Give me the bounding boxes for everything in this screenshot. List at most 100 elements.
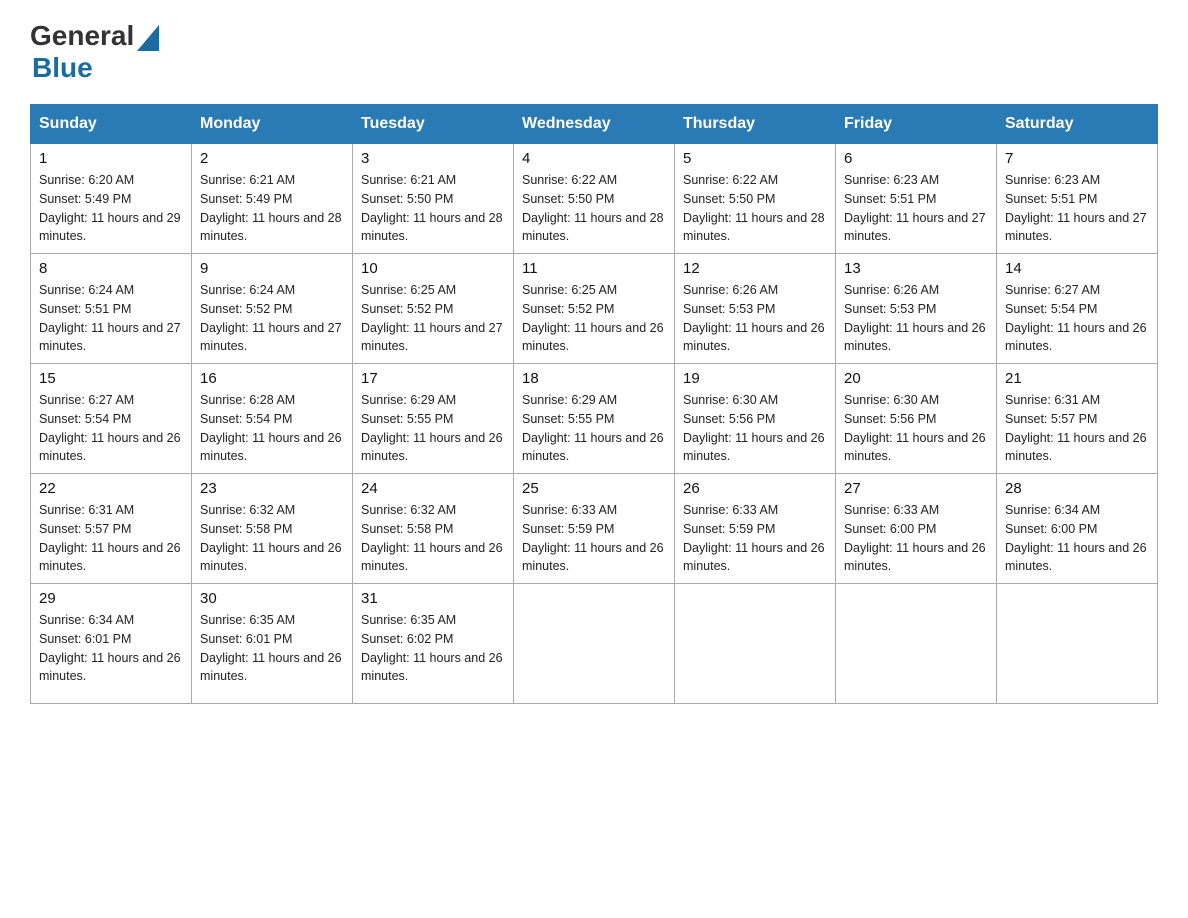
calendar-cell: 6 Sunrise: 6:23 AMSunset: 5:51 PMDaylight… — [836, 144, 997, 254]
calendar-cell: 13 Sunrise: 6:26 AMSunset: 5:53 PMDayligh… — [836, 254, 997, 364]
calendar-cell: 12 Sunrise: 6:26 AMSunset: 5:53 PMDayligh… — [675, 254, 836, 364]
day-info: Sunrise: 6:20 AMSunset: 5:49 PMDaylight:… — [39, 171, 183, 246]
day-info: Sunrise: 6:26 AMSunset: 5:53 PMDaylight:… — [683, 281, 827, 356]
calendar-cell: 17 Sunrise: 6:29 AMSunset: 5:55 PMDayligh… — [353, 364, 514, 474]
day-info: Sunrise: 6:24 AMSunset: 5:51 PMDaylight:… — [39, 281, 183, 356]
day-number: 17 — [361, 370, 505, 387]
logo: General Blue — [30, 20, 159, 84]
day-number: 28 — [1005, 480, 1149, 497]
day-info: Sunrise: 6:27 AMSunset: 5:54 PMDaylight:… — [39, 391, 183, 466]
day-info: Sunrise: 6:32 AMSunset: 5:58 PMDaylight:… — [361, 501, 505, 576]
logo-triangle-icon — [137, 25, 159, 51]
day-info: Sunrise: 6:34 AMSunset: 6:01 PMDaylight:… — [39, 611, 183, 686]
day-number: 15 — [39, 370, 183, 387]
day-number: 26 — [683, 480, 827, 497]
calendar-cell: 24 Sunrise: 6:32 AMSunset: 5:58 PMDayligh… — [353, 474, 514, 584]
calendar-cell: 10 Sunrise: 6:25 AMSunset: 5:52 PMDayligh… — [353, 254, 514, 364]
calendar-table: SundayMondayTuesdayWednesdayThursdayFrid… — [30, 104, 1158, 704]
day-number: 5 — [683, 150, 827, 167]
calendar-cell: 23 Sunrise: 6:32 AMSunset: 5:58 PMDayligh… — [192, 474, 353, 584]
day-info: Sunrise: 6:29 AMSunset: 5:55 PMDaylight:… — [361, 391, 505, 466]
calendar-cell: 15 Sunrise: 6:27 AMSunset: 5:54 PMDayligh… — [31, 364, 192, 474]
calendar-cell: 1Sunrise: 6:20 AMSunset: 5:49 PMDaylight… — [31, 144, 192, 254]
logo-general-text: General — [30, 20, 134, 52]
day-info: Sunrise: 6:32 AMSunset: 5:58 PMDaylight:… — [200, 501, 344, 576]
calendar-cell: 2Sunrise: 6:21 AMSunset: 5:49 PMDaylight… — [192, 144, 353, 254]
day-info: Sunrise: 6:34 AMSunset: 6:00 PMDaylight:… — [1005, 501, 1149, 576]
weekday-header-saturday: Saturday — [997, 105, 1158, 144]
calendar-cell: 11 Sunrise: 6:25 AMSunset: 5:52 PMDayligh… — [514, 254, 675, 364]
day-number: 7 — [1005, 150, 1149, 167]
day-number: 4 — [522, 150, 666, 167]
day-number: 3 — [361, 150, 505, 167]
day-number: 20 — [844, 370, 988, 387]
day-number: 11 — [522, 260, 666, 277]
day-number: 12 — [683, 260, 827, 277]
day-info: Sunrise: 6:22 AMSunset: 5:50 PMDaylight:… — [683, 171, 827, 246]
day-number: 22 — [39, 480, 183, 497]
day-info: Sunrise: 6:22 AMSunset: 5:50 PMDaylight:… — [522, 171, 666, 246]
calendar-cell: 18 Sunrise: 6:29 AMSunset: 5:55 PMDayligh… — [514, 364, 675, 474]
week-row-1: 1Sunrise: 6:20 AMSunset: 5:49 PMDaylight… — [31, 144, 1158, 254]
day-number: 31 — [361, 590, 505, 607]
day-number: 27 — [844, 480, 988, 497]
day-number: 13 — [844, 260, 988, 277]
day-number: 10 — [361, 260, 505, 277]
calendar-cell — [997, 584, 1158, 704]
weekday-header-wednesday: Wednesday — [514, 105, 675, 144]
calendar-cell: 25 Sunrise: 6:33 AMSunset: 5:59 PMDayligh… — [514, 474, 675, 584]
day-info: Sunrise: 6:25 AMSunset: 5:52 PMDaylight:… — [361, 281, 505, 356]
week-row-2: 8 Sunrise: 6:24 AMSunset: 5:51 PMDaylight… — [31, 254, 1158, 364]
calendar-cell: 9 Sunrise: 6:24 AMSunset: 5:52 PMDaylight… — [192, 254, 353, 364]
calendar-cell: 28 Sunrise: 6:34 AMSunset: 6:00 PMDayligh… — [997, 474, 1158, 584]
day-info: Sunrise: 6:29 AMSunset: 5:55 PMDaylight:… — [522, 391, 666, 466]
calendar-cell: 20Sunrise: 6:30 AMSunset: 5:56 PMDayligh… — [836, 364, 997, 474]
day-number: 21 — [1005, 370, 1149, 387]
day-info: Sunrise: 6:26 AMSunset: 5:53 PMDaylight:… — [844, 281, 988, 356]
day-info: Sunrise: 6:23 AMSunset: 5:51 PMDaylight:… — [844, 171, 988, 246]
day-number: 6 — [844, 150, 988, 167]
day-info: Sunrise: 6:31 AMSunset: 5:57 PMDaylight:… — [1005, 391, 1149, 466]
calendar-cell: 14 Sunrise: 6:27 AMSunset: 5:54 PMDayligh… — [997, 254, 1158, 364]
day-info: Sunrise: 6:21 AMSunset: 5:50 PMDaylight:… — [361, 171, 505, 246]
day-number: 9 — [200, 260, 344, 277]
day-number: 23 — [200, 480, 344, 497]
weekday-header-monday: Monday — [192, 105, 353, 144]
day-info: Sunrise: 6:33 AMSunset: 6:00 PMDaylight:… — [844, 501, 988, 576]
day-number: 18 — [522, 370, 666, 387]
week-row-4: 22 Sunrise: 6:31 AMSunset: 5:57 PMDayligh… — [31, 474, 1158, 584]
day-info: Sunrise: 6:35 AMSunset: 6:02 PMDaylight:… — [361, 611, 505, 686]
day-info: Sunrise: 6:33 AMSunset: 5:59 PMDaylight:… — [522, 501, 666, 576]
day-info: Sunrise: 6:23 AMSunset: 5:51 PMDaylight:… — [1005, 171, 1149, 246]
calendar-cell: 27 Sunrise: 6:33 AMSunset: 6:00 PMDayligh… — [836, 474, 997, 584]
day-info: Sunrise: 6:31 AMSunset: 5:57 PMDaylight:… — [39, 501, 183, 576]
calendar-cell — [514, 584, 675, 704]
day-info: Sunrise: 6:21 AMSunset: 5:49 PMDaylight:… — [200, 171, 344, 246]
week-row-5: 29 Sunrise: 6:34 AMSunset: 6:01 PMDayligh… — [31, 584, 1158, 704]
weekday-header-friday: Friday — [836, 105, 997, 144]
calendar-cell: 30 Sunrise: 6:35 AMSunset: 6:01 PMDayligh… — [192, 584, 353, 704]
week-row-3: 15 Sunrise: 6:27 AMSunset: 5:54 PMDayligh… — [31, 364, 1158, 474]
day-number: 29 — [39, 590, 183, 607]
day-info: Sunrise: 6:30 AMSunset: 5:56 PMDaylight:… — [683, 391, 827, 466]
day-number: 16 — [200, 370, 344, 387]
day-info: Sunrise: 6:35 AMSunset: 6:01 PMDaylight:… — [200, 611, 344, 686]
calendar-cell: 22 Sunrise: 6:31 AMSunset: 5:57 PMDayligh… — [31, 474, 192, 584]
day-info: Sunrise: 6:27 AMSunset: 5:54 PMDaylight:… — [1005, 281, 1149, 356]
day-info: Sunrise: 6:25 AMSunset: 5:52 PMDaylight:… — [522, 281, 666, 356]
day-number: 25 — [522, 480, 666, 497]
day-number: 30 — [200, 590, 344, 607]
day-number: 24 — [361, 480, 505, 497]
day-info: Sunrise: 6:24 AMSunset: 5:52 PMDaylight:… — [200, 281, 344, 356]
calendar-cell: 3 Sunrise: 6:21 AMSunset: 5:50 PMDaylight… — [353, 144, 514, 254]
weekday-header-thursday: Thursday — [675, 105, 836, 144]
calendar-cell: 4 Sunrise: 6:22 AMSunset: 5:50 PMDaylight… — [514, 144, 675, 254]
day-number: 19 — [683, 370, 827, 387]
page-header: General Blue — [30, 20, 1158, 84]
weekday-header-row: SundayMondayTuesdayWednesdayThursdayFrid… — [31, 105, 1158, 144]
day-number: 8 — [39, 260, 183, 277]
day-number: 14 — [1005, 260, 1149, 277]
calendar-cell: 26Sunrise: 6:33 AMSunset: 5:59 PMDayligh… — [675, 474, 836, 584]
calendar-cell — [675, 584, 836, 704]
calendar-cell — [836, 584, 997, 704]
